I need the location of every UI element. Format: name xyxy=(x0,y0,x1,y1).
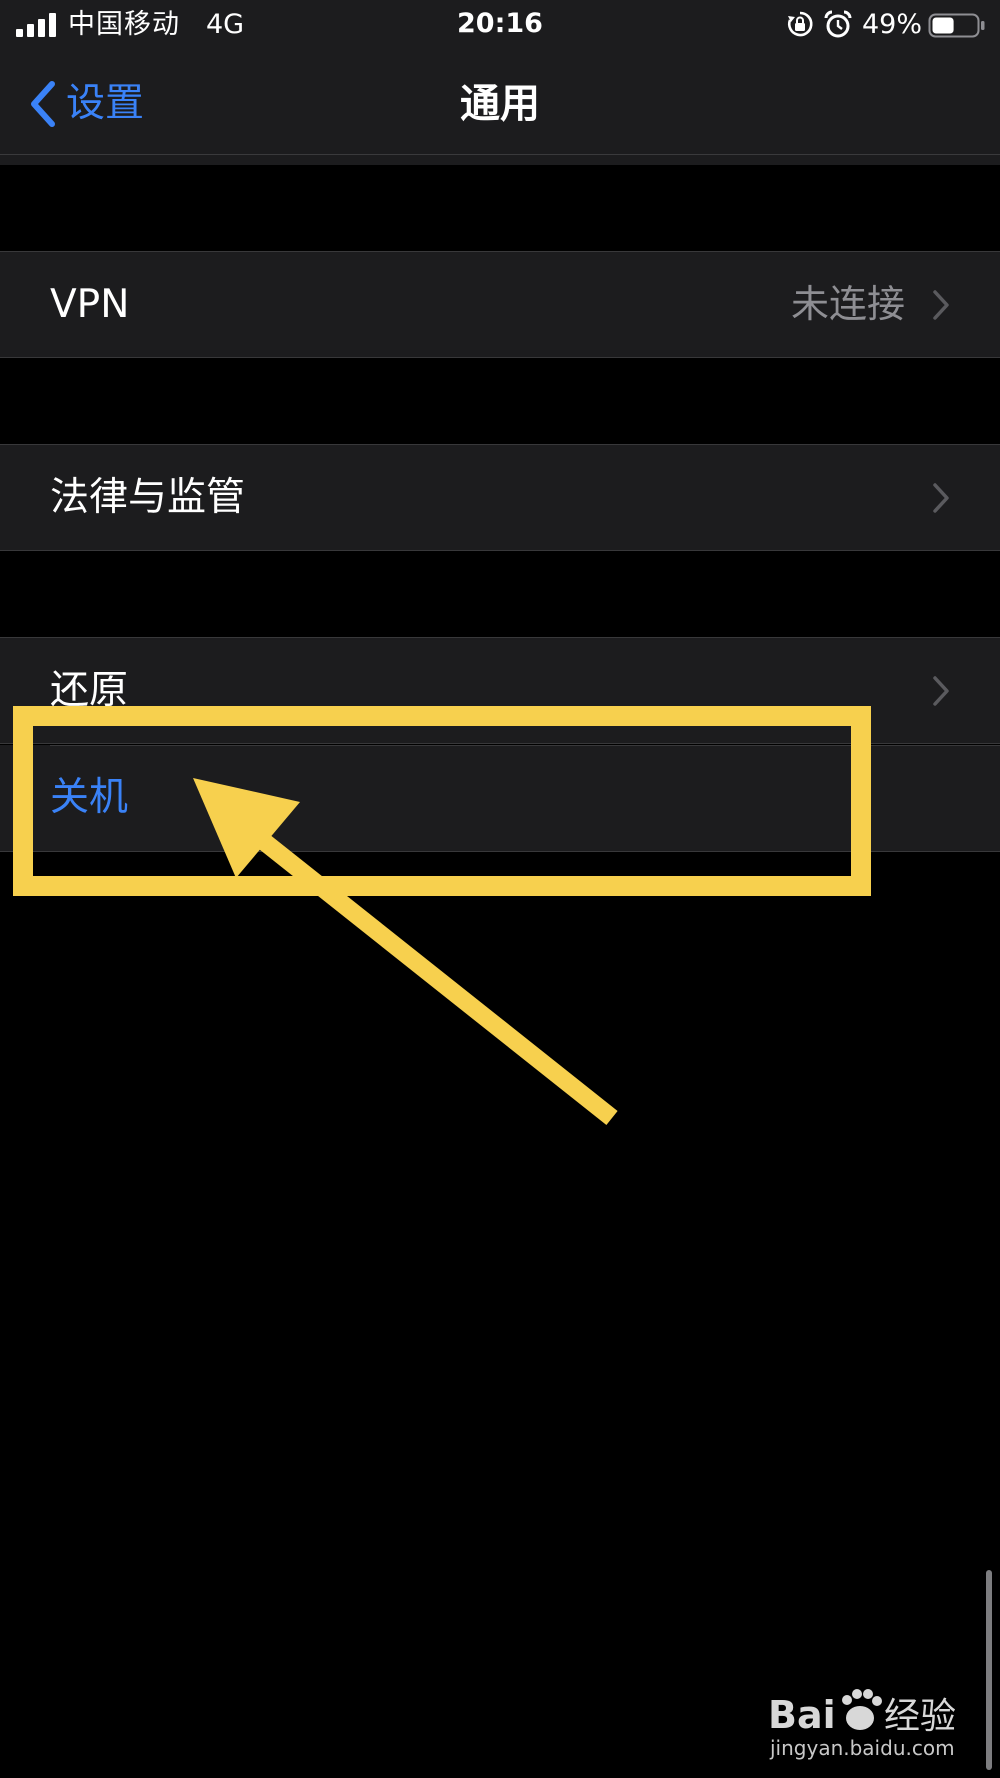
clock: 20:16 xyxy=(457,8,543,39)
legal-cell[interactable]: 法律与监管 xyxy=(0,444,1000,551)
reset-cell[interactable]: 还原 xyxy=(0,637,1000,744)
network-type: 4G xyxy=(206,9,245,40)
chevron-right-icon xyxy=(933,290,949,320)
navigation-bar: 设置 通用 xyxy=(0,52,1000,155)
legal-label: 法律与监管 xyxy=(50,475,246,520)
vpn-cell[interactable]: VPN 未连接 xyxy=(0,251,1000,358)
signal-bars-icon xyxy=(16,12,58,37)
vpn-status: 未连接 xyxy=(790,282,905,326)
shutdown-label: 关机 xyxy=(50,775,129,820)
chevron-right-icon xyxy=(933,483,949,513)
back-button[interactable]: 设置 xyxy=(26,74,144,134)
back-label: 设置 xyxy=(66,81,145,126)
vpn-label: VPN xyxy=(50,282,130,327)
svg-text:经验: 经验 xyxy=(884,1696,956,1737)
cell-separator xyxy=(50,745,1000,746)
page-title: 通用 xyxy=(460,81,540,127)
chevron-left-icon xyxy=(31,81,55,127)
battery-icon xyxy=(928,13,985,38)
svg-text:Bai: Bai xyxy=(768,1693,836,1737)
screen: 中国移动 4G 20:16 49% 设置 通用 VPN 未连接 法律与监管 还原… xyxy=(0,0,1000,1778)
previous-cell-edge xyxy=(0,155,1000,165)
battery-percent: 49% xyxy=(862,9,923,40)
status-bar: 中国移动 4G 20:16 49% xyxy=(0,0,1000,52)
reset-label: 还原 xyxy=(50,668,129,713)
alarm-icon xyxy=(824,10,852,38)
carrier-name: 中国移动 xyxy=(68,9,180,40)
rotation-lock-icon xyxy=(788,11,813,37)
watermark-url: jingyan.baidu.com xyxy=(770,1736,955,1760)
shutdown-cell[interactable]: 关机 xyxy=(0,745,1000,852)
chevron-right-icon xyxy=(933,676,949,706)
